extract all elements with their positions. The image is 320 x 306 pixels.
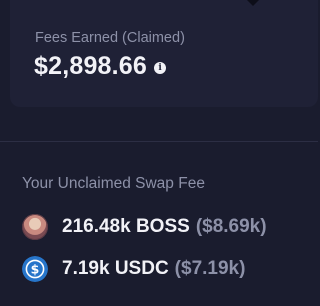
fees-earned-value: $2,898.66 [34,52,148,80]
section-divider [0,141,318,142]
info-icon[interactable]: i [154,61,167,74]
unclaimed-fees-panel: Fees Earned (Claimed) $2,898.66 i Your U… [0,0,318,306]
unclaimed-token-row-usdc: $ 7.19k USDC ($7.19k) [22,256,245,282]
usdc-token-icon: $ [22,256,48,282]
unclaimed-token-row-boss: 216.48k BOSS ($8.69k) [22,214,267,240]
token-amount: 216.48k BOSS [62,216,190,237]
unclaimed-swap-fee-title: Your Unclaimed Swap Fee [22,175,205,192]
boss-token-icon [22,214,48,240]
token-amount: 7.19k USDC [62,258,169,279]
token-usd-value: ($8.69k) [195,216,267,237]
fees-earned-label: Fees Earned (Claimed) [35,30,185,46]
svg-text:$: $ [31,262,40,277]
tooltip-caret [247,0,259,6]
fees-earned-row: $2,898.66 i [34,52,167,81]
fees-earned-card: Fees Earned (Claimed) $2,898.66 i [10,0,318,107]
token-usd-value: ($7.19k) [174,258,246,279]
